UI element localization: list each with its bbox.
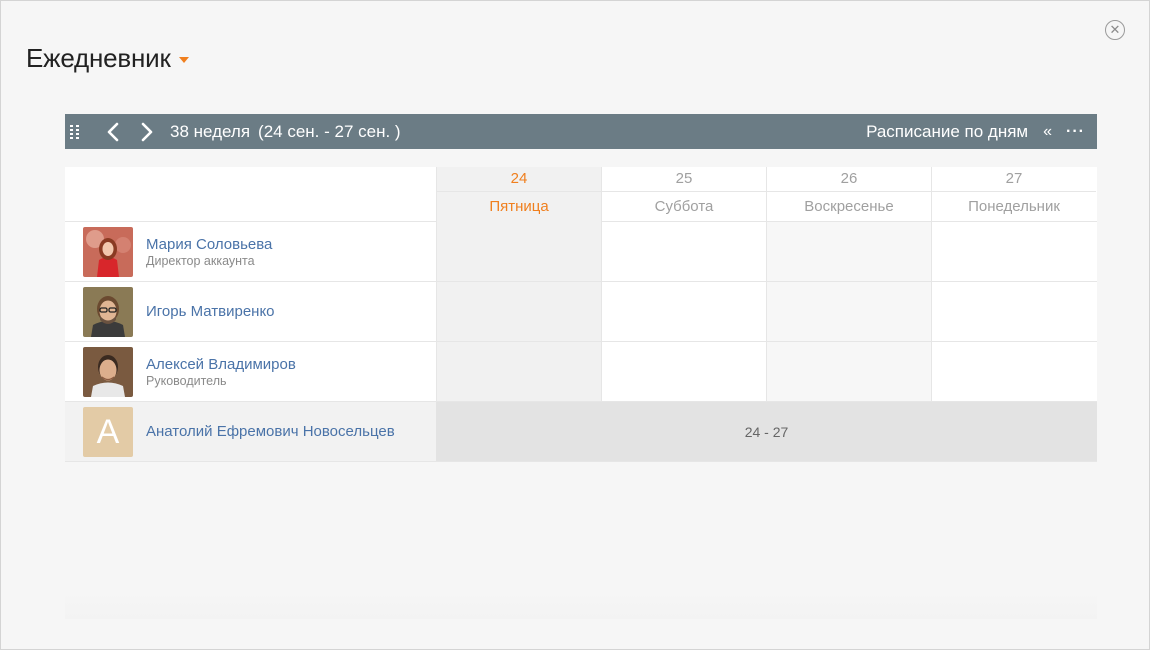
view-mode-selector[interactable]: Расписание по дням bbox=[866, 122, 1028, 142]
day-number: 26 bbox=[767, 167, 931, 192]
person-cell: А Анатолий Ефремович Новосельцев bbox=[65, 402, 436, 461]
day-cell[interactable] bbox=[931, 282, 1096, 341]
person-info: Мария Соловьева Директор аккаунта bbox=[146, 235, 272, 269]
day-header-26[interactable]: 26 Воскресенье bbox=[766, 167, 931, 222]
person-role: Руководитель bbox=[146, 373, 227, 388]
person-name-link[interactable]: Игорь Матвиренко bbox=[146, 302, 275, 321]
day-name: Воскресенье bbox=[804, 198, 894, 215]
person-info: Игорь Матвиренко bbox=[146, 302, 275, 321]
calendar-toolbar: 38 неделя (24 сен. - 27 сен. ) Расписани… bbox=[65, 114, 1097, 149]
drag-handle-icon[interactable] bbox=[70, 124, 82, 140]
day-cell[interactable] bbox=[436, 222, 601, 281]
avatar: А bbox=[83, 406, 133, 457]
person-name-link[interactable]: Алексей Владимиров bbox=[146, 355, 296, 374]
toolbar-right: Расписание по дням « ··· bbox=[866, 122, 1097, 142]
table-row: Мария Соловьева Директор аккаунта bbox=[65, 222, 1097, 282]
day-name: Понедельник bbox=[968, 198, 1060, 215]
day-cell[interactable] bbox=[931, 342, 1096, 401]
next-week-button[interactable] bbox=[136, 120, 158, 144]
day-number: 24 bbox=[437, 167, 601, 192]
table-row: Алексей Владимиров Руководитель bbox=[65, 342, 1097, 402]
day-number: 25 bbox=[602, 167, 766, 192]
day-cell[interactable] bbox=[601, 342, 766, 401]
person-cell: Алексей Владимиров Руководитель bbox=[65, 342, 436, 401]
day-name: Суббота bbox=[654, 198, 714, 215]
caret-down-icon bbox=[178, 56, 189, 63]
day-cell[interactable] bbox=[766, 282, 931, 341]
avatar bbox=[83, 226, 133, 277]
day-cell[interactable] bbox=[436, 342, 601, 401]
person-info: Алексей Владимиров Руководитель bbox=[146, 355, 296, 389]
person-role: Директор аккаунта bbox=[146, 253, 255, 268]
day-cell[interactable] bbox=[766, 342, 931, 401]
more-options-icon[interactable]: ··· bbox=[1066, 123, 1085, 140]
person-info: Анатолий Ефремович Новосельцев bbox=[146, 422, 395, 441]
page-title: Ежедневник bbox=[26, 43, 171, 73]
grid-bottom-fade bbox=[65, 591, 1097, 619]
day-cell[interactable] bbox=[766, 222, 931, 281]
person-cell: Мария Соловьева Директор аккаунта bbox=[65, 222, 436, 281]
avatar bbox=[83, 286, 133, 337]
grid-corner bbox=[65, 167, 436, 222]
day-cell[interactable] bbox=[601, 222, 766, 281]
person-name-link[interactable]: Мария Соловьева bbox=[146, 235, 272, 254]
day-header-25[interactable]: 25 Суббота bbox=[601, 167, 766, 222]
grid-header: 24 Пятница 25 Суббота 26 Воскресенье 27 … bbox=[65, 167, 1097, 222]
day-number: 27 bbox=[932, 167, 1096, 192]
collapse-icon[interactable]: « bbox=[1043, 123, 1052, 140]
table-row: А Анатолий Ефремович Новосельцев 24 - 27 bbox=[65, 402, 1097, 462]
absence-bar[interactable]: 24 - 27 bbox=[436, 402, 1097, 461]
day-cell[interactable] bbox=[931, 222, 1096, 281]
app-title-dropdown[interactable]: Ежедневник bbox=[26, 43, 189, 74]
day-header-24[interactable]: 24 Пятница bbox=[436, 167, 601, 222]
chevron-right-icon bbox=[141, 122, 153, 141]
person-name-link[interactable]: Анатолий Ефремович Новосельцев bbox=[146, 422, 395, 441]
week-label: 38 неделя bbox=[170, 121, 251, 141]
diary-window: ✕ Ежедневник 38 неделя (24 сен. - 27 сен… bbox=[0, 0, 1150, 650]
day-name: Пятница bbox=[489, 198, 549, 215]
day-header-27[interactable]: 27 Понедельник bbox=[931, 167, 1096, 222]
person-cell: Игорь Матвиренко bbox=[65, 282, 436, 341]
avatar bbox=[83, 346, 133, 397]
day-cell[interactable] bbox=[601, 282, 766, 341]
schedule-grid: 24 Пятница 25 Суббота 26 Воскресенье 27 … bbox=[65, 167, 1097, 462]
day-cell[interactable] bbox=[436, 282, 601, 341]
close-icon[interactable]: ✕ bbox=[1105, 20, 1125, 40]
table-row: Игорь Матвиренко bbox=[65, 282, 1097, 342]
week-range: (24 сен. - 27 сен. ) bbox=[258, 121, 401, 141]
prev-week-button[interactable] bbox=[102, 120, 124, 144]
chevron-left-icon bbox=[107, 122, 119, 141]
